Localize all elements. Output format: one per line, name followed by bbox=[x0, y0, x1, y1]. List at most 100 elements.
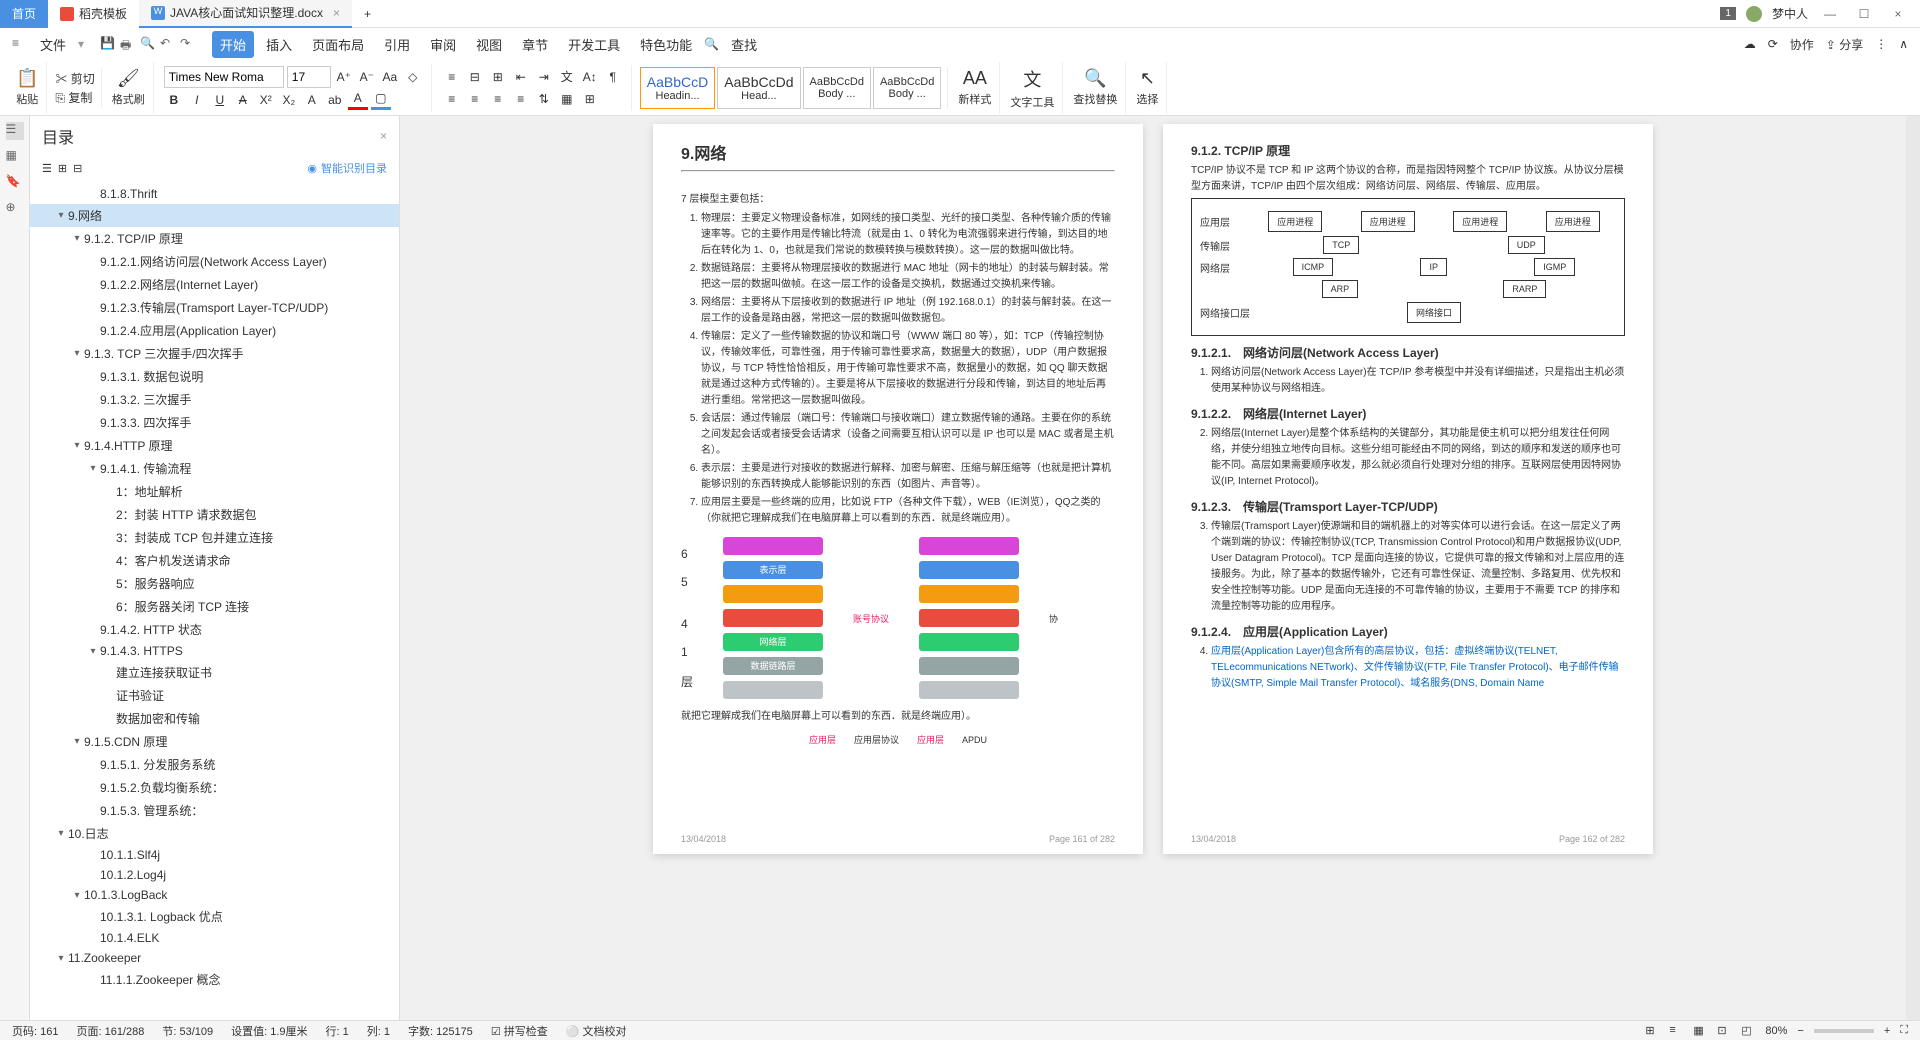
style-head2[interactable]: AaBbCcDdHead... bbox=[717, 67, 800, 109]
notification-badge[interactable]: 1 bbox=[1720, 7, 1736, 20]
fullscreen-icon[interactable]: ⛶ bbox=[1900, 1024, 1908, 1037]
right-scrollbar[interactable] bbox=[1906, 116, 1920, 1020]
outline-item[interactable]: 8.1.8.Thrift bbox=[30, 184, 399, 204]
outline-item[interactable]: ▾11.Zookeeper bbox=[30, 948, 399, 968]
align-justify-button[interactable]: ≡ bbox=[511, 89, 531, 109]
hamburger-icon[interactable]: ≡ bbox=[12, 36, 28, 52]
smart-outline-button[interactable]: ◉ 智能识别目录 bbox=[307, 160, 387, 176]
outline-item[interactable]: 6：服务器关闭 TCP 连接 bbox=[30, 595, 399, 618]
outline-item[interactable]: 10.1.2.Log4j bbox=[30, 865, 399, 885]
menu-ref[interactable]: 引用 bbox=[376, 31, 418, 58]
maximize-icon[interactable]: ☐ bbox=[1852, 7, 1876, 21]
font-grow-icon[interactable]: A⁺ bbox=[334, 67, 354, 87]
outline-item[interactable]: 9.1.5.2.负载均衡系统： bbox=[30, 776, 399, 799]
style-body2[interactable]: AaBbCcDdBody ... bbox=[873, 67, 941, 109]
change-case-icon[interactable]: Aa bbox=[380, 67, 400, 87]
outline-item[interactable]: 9.1.2.4.应用层(Application Layer) bbox=[30, 319, 399, 342]
zoom-slider[interactable] bbox=[1814, 1029, 1874, 1033]
outline-item[interactable]: ▾10.日志 bbox=[30, 822, 399, 845]
outline-item[interactable]: 9.1.2.2.网络层(Internet Layer) bbox=[30, 273, 399, 296]
outline-item[interactable]: ▾9.1.4.HTTP 原理 bbox=[30, 434, 399, 457]
save-icon[interactable]: 💾 bbox=[100, 36, 116, 52]
bullets-button[interactable]: ≡ bbox=[442, 67, 462, 87]
outline-item[interactable]: 9.1.3.2. 三次握手 bbox=[30, 388, 399, 411]
outline-item[interactable]: 10.1.3.1. Logback 优点 bbox=[30, 905, 399, 928]
zoom-out-button[interactable]: − bbox=[1797, 1025, 1803, 1037]
tab-template[interactable]: 稻壳模板 bbox=[48, 0, 139, 28]
borders-button[interactable]: ⊞ bbox=[580, 89, 600, 109]
undo-icon[interactable]: ↶ bbox=[160, 36, 176, 52]
outline-item[interactable]: 3：封装成 TCP 包并建立连接 bbox=[30, 526, 399, 549]
align-distribute-button[interactable]: A↕ bbox=[580, 67, 600, 87]
align-center-button[interactable]: ≡ bbox=[465, 89, 485, 109]
outline-item[interactable]: ▾9.1.4.1. 传输流程 bbox=[30, 457, 399, 480]
outline-item[interactable]: ▾9.1.3. TCP 三次握手/四次挥手 bbox=[30, 342, 399, 365]
cloud-icon[interactable]: ☁ bbox=[1744, 37, 1756, 51]
bookmark-icon[interactable]: 🔖 bbox=[6, 174, 24, 192]
outline-item[interactable]: 5：服务器响应 bbox=[30, 572, 399, 595]
menu-special[interactable]: 特色功能 bbox=[632, 31, 700, 58]
menu-expand-icon[interactable]: ∧ bbox=[1899, 37, 1908, 51]
menu-share[interactable]: ⇪ 分享 bbox=[1826, 36, 1863, 53]
cut-button[interactable]: ✂ 剪切 bbox=[55, 70, 94, 87]
view-mode-icon[interactable]: ⊡ bbox=[1717, 1024, 1731, 1038]
font-name-select[interactable] bbox=[164, 66, 284, 88]
minimize-icon[interactable]: — bbox=[1818, 7, 1842, 21]
superscript-button[interactable]: X² bbox=[256, 90, 276, 110]
menu-start[interactable]: 开始 bbox=[212, 31, 254, 58]
text-tool-button[interactable]: 文文字工具 bbox=[1002, 62, 1063, 114]
outline-list[interactable]: 8.1.8.Thrift▾9.网络▾9.1.2. TCP/IP 原理9.1.2.… bbox=[30, 180, 399, 1020]
avatar[interactable] bbox=[1746, 6, 1762, 22]
shading-button[interactable]: ▦ bbox=[557, 89, 577, 109]
menu-more-icon[interactable]: ⋮ bbox=[1875, 37, 1887, 51]
outline-icon[interactable]: ☰ bbox=[6, 122, 24, 140]
font-shrink-icon[interactable]: A⁻ bbox=[357, 67, 377, 87]
menu-layout[interactable]: 页面布局 bbox=[304, 31, 372, 58]
select-button[interactable]: ↖选择 bbox=[1128, 62, 1167, 114]
outline-item[interactable]: 9.1.5.1. 分发服务系统 bbox=[30, 753, 399, 776]
style-body1[interactable]: AaBbCcDdBody ... bbox=[803, 67, 871, 109]
outline-item[interactable]: 10.1.4.ELK bbox=[30, 928, 399, 948]
preview-icon[interactable]: 🔍 bbox=[140, 36, 156, 52]
doc-check-button[interactable]: ⚪ 文档校对 bbox=[566, 1023, 627, 1039]
fill-color-button[interactable]: ▢ bbox=[371, 90, 391, 110]
outline-tool-icon[interactable]: ⊞ bbox=[58, 162, 67, 175]
indent-left-button[interactable]: ⇤ bbox=[511, 67, 531, 87]
align-left-button[interactable]: ≡ bbox=[442, 89, 462, 109]
thumbnail-icon[interactable]: ▦ bbox=[6, 148, 24, 166]
align-right-button[interactable]: ≡ bbox=[488, 89, 508, 109]
menu-search[interactable]: 查找 bbox=[723, 31, 765, 58]
highlight-button[interactable]: ab bbox=[325, 90, 345, 110]
outline-item[interactable]: 9.1.3.1. 数据包说明 bbox=[30, 365, 399, 388]
view-mode-icon[interactable]: ≡ bbox=[1669, 1024, 1683, 1038]
tab-new[interactable]: + bbox=[352, 0, 383, 28]
outline-tool-icon[interactable]: ⊟ bbox=[73, 162, 82, 175]
clear-format-icon[interactable]: ◇ bbox=[403, 67, 423, 87]
outline-item[interactable]: 证书验证 bbox=[30, 684, 399, 707]
outline-item[interactable]: 4：客户机发送请求命 bbox=[30, 549, 399, 572]
print-icon[interactable]: 🖶 bbox=[120, 36, 136, 52]
strike-button[interactable]: A bbox=[233, 90, 253, 110]
outline-item[interactable]: 9.1.3.3. 四次挥手 bbox=[30, 411, 399, 434]
zoom-value[interactable]: 80% bbox=[1765, 1025, 1787, 1037]
show-marks-button[interactable]: ¶ bbox=[603, 67, 623, 87]
document-area[interactable]: 9.网络 7 层模型主要包括： 物理层：主要定义物理设备标准，如网线的接口类型、… bbox=[400, 116, 1906, 1020]
outline-item[interactable]: ▾9.网络 bbox=[30, 204, 399, 227]
sync-icon[interactable]: ⟳ bbox=[1768, 37, 1778, 51]
font-color-button[interactable]: A bbox=[302, 90, 322, 110]
outline-item[interactable]: ▾10.1.3.LogBack bbox=[30, 885, 399, 905]
menu-review[interactable]: 审阅 bbox=[422, 31, 464, 58]
outline-item[interactable]: 9.1.4.2. HTTP 状态 bbox=[30, 618, 399, 641]
menu-file[interactable]: 文件 bbox=[32, 31, 74, 58]
font-size-select[interactable] bbox=[287, 66, 331, 88]
find-replace-button[interactable]: 🔍查找替换 bbox=[1065, 62, 1126, 114]
outline-item[interactable]: 2：封装 HTTP 请求数据包 bbox=[30, 503, 399, 526]
menu-insert[interactable]: 插入 bbox=[258, 31, 300, 58]
indent-right-button[interactable]: ⇥ bbox=[534, 67, 554, 87]
numbering-button[interactable]: ⊟ bbox=[465, 67, 485, 87]
outline-item[interactable]: 9.1.2.1.网络访问层(Network Access Layer) bbox=[30, 250, 399, 273]
outline-tool-icon[interactable]: ☰ bbox=[42, 162, 52, 175]
close-icon[interactable]: × bbox=[333, 6, 340, 20]
outline-item[interactable]: 11.1.1.Zookeeper 概念 bbox=[30, 968, 399, 991]
redo-icon[interactable]: ↷ bbox=[180, 36, 196, 52]
